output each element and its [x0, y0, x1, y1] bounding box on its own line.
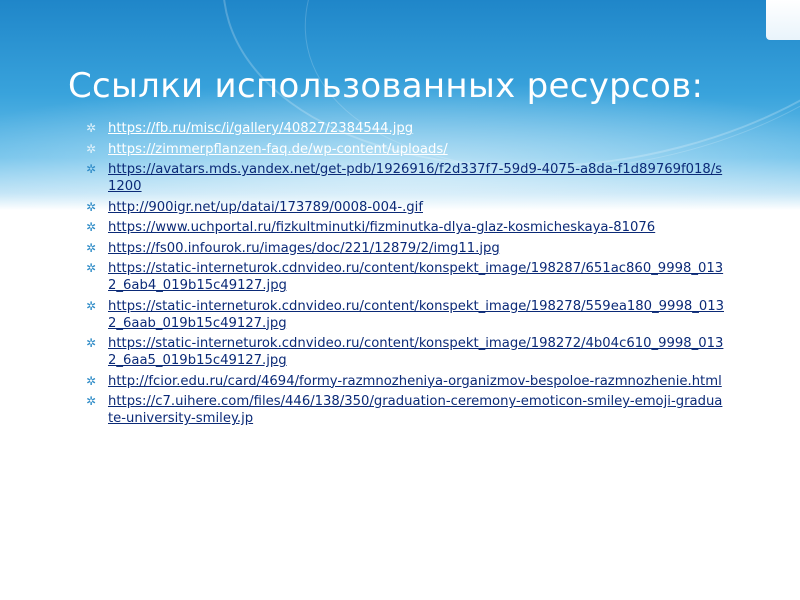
star-bullet-icon: ✲	[86, 220, 97, 234]
resource-link[interactable]: https://fb.ru/misc/i/gallery/40827/23845…	[108, 121, 413, 136]
list-item: ✲ https://static-interneturok.cdnvideo.ru…	[84, 298, 724, 332]
resource-link[interactable]: https://zimmerpflanzen-faq.de/wp-content…	[108, 142, 448, 157]
resource-link[interactable]: https://static-interneturok.cdnvideo.ru/…	[108, 299, 724, 331]
presentation-slide: Ссылки использованных ресурсов: ✲ https:/…	[0, 0, 800, 600]
star-bullet-icon: ✲	[86, 199, 97, 214]
list-item: ✲ https://www.uchportal.ru/fizkultminutki…	[84, 219, 724, 236]
star-bullet-icon: ✲	[86, 261, 97, 275]
resource-link[interactable]: https://fs00.infourok.ru/images/doc/221/…	[108, 241, 500, 256]
list-item: ✲ https://static-interneturok.cdnvideo.ru…	[84, 335, 724, 369]
star-bullet-icon: ✲	[86, 141, 97, 156]
list-item: ✲ https://static-interneturok.cdnvideo.ru…	[84, 260, 724, 294]
resource-link[interactable]: https://static-interneturok.cdnvideo.ru/…	[108, 261, 723, 293]
list-item: ✲ https://fb.ru/misc/i/gallery/40827/2384…	[84, 120, 724, 137]
list-item: ✲ https://avatars.mds.yandex.net/get-pdb/…	[84, 161, 724, 195]
resource-link[interactable]: https://c7.uihere.com/files/446/138/350/…	[108, 394, 722, 426]
star-bullet-icon: ✲	[86, 121, 97, 135]
resource-link[interactable]: http://fcior.edu.ru/card/4694/formy-razm…	[108, 374, 722, 389]
resource-link[interactable]: https://static-interneturok.cdnvideo.ru/…	[108, 336, 723, 368]
star-bullet-icon: ✲	[86, 240, 97, 255]
star-bullet-icon: ✲	[86, 298, 97, 313]
list-item: ✲ https://fs00.infourok.ru/images/doc/221…	[84, 240, 724, 257]
star-bullet-icon: ✲	[86, 162, 97, 176]
corner-tab	[766, 0, 800, 40]
resource-link[interactable]: https://www.uchportal.ru/fizkultminutki/…	[108, 220, 655, 235]
resource-link[interactable]: http://900igr.net/up/datai/173789/0008-0…	[108, 200, 423, 215]
resource-link[interactable]: https://avatars.mds.yandex.net/get-pdb/1…	[108, 162, 722, 194]
list-item: ✲ https://c7.uihere.com/files/446/138/350…	[84, 393, 724, 427]
list-item: ✲ http://fcior.edu.ru/card/4694/formy-raz…	[84, 373, 724, 390]
slide-title: Ссылки использованных ресурсов:	[68, 66, 704, 106]
star-bullet-icon: ✲	[86, 394, 97, 408]
resource-link-list: ✲ https://fb.ru/misc/i/gallery/40827/2384…	[84, 120, 724, 431]
list-item: ✲ https://zimmerpflanzen-faq.de/wp-conten…	[84, 141, 724, 158]
star-bullet-icon: ✲	[86, 336, 97, 350]
star-bullet-icon: ✲	[86, 373, 97, 388]
list-item: ✲ http://900igr.net/up/datai/173789/0008-…	[84, 199, 724, 216]
